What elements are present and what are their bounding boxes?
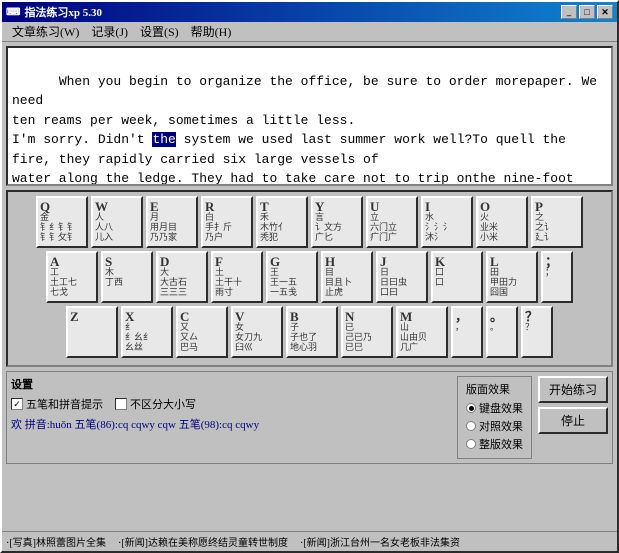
radio-keyboard-btn[interactable] [466,403,476,413]
radio-compare-btn[interactable] [466,421,476,431]
current-char: the [152,132,175,147]
status-item-2: ·[新闻]达赖在美称愿终结灵童转世制度 [118,534,288,549]
settings-right: 版面效果 键盘效果 对照效果 整版效果 开始练习 [457,376,608,459]
key-o[interactable]: O 火业米小米 [476,196,528,248]
key-n[interactable]: N 已己已乃已巳 [341,306,393,358]
settings-left: 设置 ✓ 五笔和拼音提示 不区分大小写 欢 拼音:huǒn 五笔(86):cq … [11,376,449,432]
radio-keyboard[interactable]: 键盘效果 [466,400,523,416]
menu-article[interactable]: 文章练习(W) [6,21,85,42]
key-h[interactable]: H 目目且卜止虎 [321,251,373,303]
close-button[interactable]: ✕ [597,5,613,19]
radio-full-btn[interactable] [466,439,476,449]
key-e[interactable]: E 月用月目乃乃家 [146,196,198,248]
checkbox-case-label: 不区分大小写 [130,396,196,412]
key-comma[interactable]: ， ， [451,306,483,358]
main-window: ⌨ 指法练习xp 5.30 _ □ ✕ 文章练习(W) 记录(J) 设置(S) … [0,0,619,553]
menu-settings[interactable]: 设置(S) [134,21,185,42]
action-buttons: 开始练习 停止 [538,376,608,434]
key-c[interactable]: C 又又厶巴马 [176,306,228,358]
key-b[interactable]: B 子子也了地心羽 [286,306,338,358]
radio-keyboard-label: 键盘效果 [479,400,523,416]
status-item-1: ·[写真]林照蕾图片全集 [6,534,106,549]
key-l[interactable]: L 田甲田力囧国 [486,251,538,303]
key-s[interactable]: S 木丁西 [101,251,153,303]
checkbox-wubi[interactable]: ✓ 五笔和拼音提示 [11,396,103,412]
settings-area: 设置 ✓ 五笔和拼音提示 不区分大小写 欢 拼音:huǒn 五笔(86):cq … [6,371,613,464]
status-bar: ·[写真]林照蕾图片全集 ·[新闻]达赖在美称愿终结灵童转世制度 ·[新闻]浙江… [2,531,617,551]
maximize-button[interactable]: □ [579,5,595,19]
key-a[interactable]: A 工土工七七戈 [46,251,98,303]
stop-button[interactable]: 停止 [538,407,608,434]
radio-full-label: 整版效果 [479,436,523,452]
status-item-3: ·[新闻]浙江台州一名女老板非法集资 [300,534,460,549]
checkbox-case[interactable]: 不区分大小写 [115,396,196,412]
key-slash[interactable]: ？ ？ [521,306,553,358]
key-m[interactable]: M 山山由贝几广 [396,306,448,358]
effects-title: 版面效果 [466,381,523,397]
key-g[interactable]: G 王王一五一五戋 [266,251,318,303]
key-r[interactable]: R 白手扌斤乃户 [201,196,253,248]
text-area: When you begin to organize the office, b… [6,46,613,186]
radio-compare[interactable]: 对照效果 [466,418,523,434]
key-semicolon[interactable]: ； ； [541,251,573,303]
key-z[interactable]: Z [66,306,118,358]
radio-full[interactable]: 整版效果 [466,436,523,452]
key-f[interactable]: F 土土干十雨寸 [211,251,263,303]
key-x[interactable]: X 纟纟幺纟幺丝 [121,306,173,358]
app-icon: ⌨ [6,7,20,18]
key-t[interactable]: T 禾木竹亻秃犯 [256,196,308,248]
checkbox-wubi-label: 五笔和拼音提示 [26,396,103,412]
status-line: 欢 拼音:huǒn 五笔(86):cq cqwy cqw 五笔(98):cq c… [11,416,449,432]
settings-title: 设置 [11,376,449,392]
minimize-button[interactable]: _ [561,5,577,19]
key-row-2: A 工土工七七戈 S 木丁西 D 大大古石三三三 F 土土干十雨寸 G 王王一五… [12,251,607,303]
key-p[interactable]: P 之之讠廴讠 [531,196,583,248]
key-row-3: Z X 纟纟幺纟幺丝 C 又又厶巴马 V 女女刀九臼巛 B 子子也了地心羽 N … [12,306,607,358]
key-row-1: Q 金钅纟钅钅钅钅攵钅 W 人人八儿入 E 月用月目乃乃家 R 白手扌斤乃户 T… [12,196,607,248]
start-button[interactable]: 开始练习 [538,376,608,403]
checkbox-row: ✓ 五笔和拼音提示 不区分大小写 [11,396,449,412]
checkbox-case-box[interactable] [115,398,127,410]
key-v[interactable]: V 女女刀九臼巛 [231,306,283,358]
title-bar: ⌨ 指法练习xp 5.30 _ □ ✕ [2,2,617,22]
checkbox-wubi-box[interactable]: ✓ [11,398,23,410]
menu-bar: 文章练习(W) 记录(J) 设置(S) 帮助(H) [2,22,617,42]
key-k[interactable]: K 口口 [431,251,483,303]
radio-compare-label: 对照效果 [479,418,523,434]
typing-text: When you begin to organize the office, b… [12,52,607,186]
title-controls: _ □ ✕ [561,5,613,19]
key-period[interactable]: 。 。 [486,306,518,358]
menu-help[interactable]: 帮助(H) [185,21,238,42]
key-d[interactable]: D 大大古石三三三 [156,251,208,303]
key-i[interactable]: I 水氵氵氵沐氵 [421,196,473,248]
key-y[interactable]: Y 言讠文方广匕 [311,196,363,248]
effects-group: 版面效果 键盘效果 对照效果 整版效果 [457,376,532,459]
menu-record[interactable]: 记录(J) [85,21,134,42]
key-u[interactable]: U 立六门立疒门广 [366,196,418,248]
key-j[interactable]: J 日日曰虫口曰 [376,251,428,303]
keyboard: Q 金钅纟钅钅钅钅攵钅 W 人人八儿入 E 月用月目乃乃家 R 白手扌斤乃户 T… [6,190,613,367]
key-w[interactable]: W 人人八儿入 [91,196,143,248]
key-q[interactable]: Q 金钅纟钅钅钅钅攵钅 [36,196,88,248]
window-title: 指法练习xp 5.30 [24,4,102,20]
